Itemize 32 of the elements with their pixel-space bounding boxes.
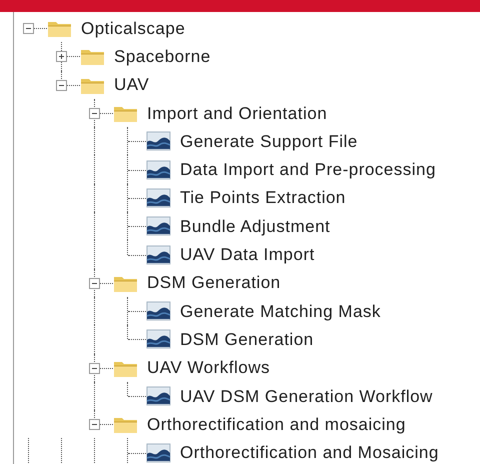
folder-label[interactable]: DSM Generation [147, 274, 281, 292]
folder-label[interactable]: UAV [114, 76, 150, 94]
expand-toggle[interactable] [56, 51, 67, 62]
map-tool-icon [146, 244, 172, 266]
tool-label[interactable]: DSM Generation [180, 330, 314, 348]
map-tool-icon [146, 442, 172, 464]
tool-label[interactable]: UAV DSM Generation Workflow [180, 388, 433, 404]
tool-label[interactable]: Bundle Adjustment [180, 218, 330, 235]
collapse-toggle[interactable] [89, 278, 100, 289]
map-tool-icon [146, 385, 172, 407]
map-tool-icon [146, 300, 172, 322]
map-tool-icon [146, 215, 172, 238]
collapse-toggle[interactable] [89, 108, 100, 120]
map-tool-icon [146, 130, 172, 152]
tool-label[interactable]: Orthorectification and Mosaicing [180, 444, 439, 462]
tool-label[interactable]: UAV Data Import [180, 246, 315, 264]
map-tool-icon [146, 158, 172, 181]
collapse-toggle[interactable] [56, 80, 67, 91]
tool-label[interactable]: Tie Points Extraction [180, 189, 346, 206]
tool-label[interactable]: Data Import and Pre-processing [180, 161, 436, 178]
map-tool-icon [146, 328, 172, 350]
folder-label[interactable]: Orthorectification and mosaicing [147, 416, 406, 433]
tool-label[interactable]: Generate Support File [180, 132, 358, 150]
map-tool-icon [146, 186, 172, 209]
collapse-toggle[interactable] [89, 419, 100, 430]
collapse-toggle[interactable] [89, 362, 100, 374]
collapse-toggle[interactable] [23, 23, 34, 34]
folder-label[interactable]: Opticalscape [81, 20, 186, 37]
tool-label[interactable]: Generate Matching Mask [180, 302, 381, 320]
folder-label[interactable]: Import and Orientation [147, 104, 328, 122]
folder-label[interactable]: UAV Workflows [147, 359, 270, 376]
folder-label[interactable]: Spaceborne [114, 48, 211, 65]
